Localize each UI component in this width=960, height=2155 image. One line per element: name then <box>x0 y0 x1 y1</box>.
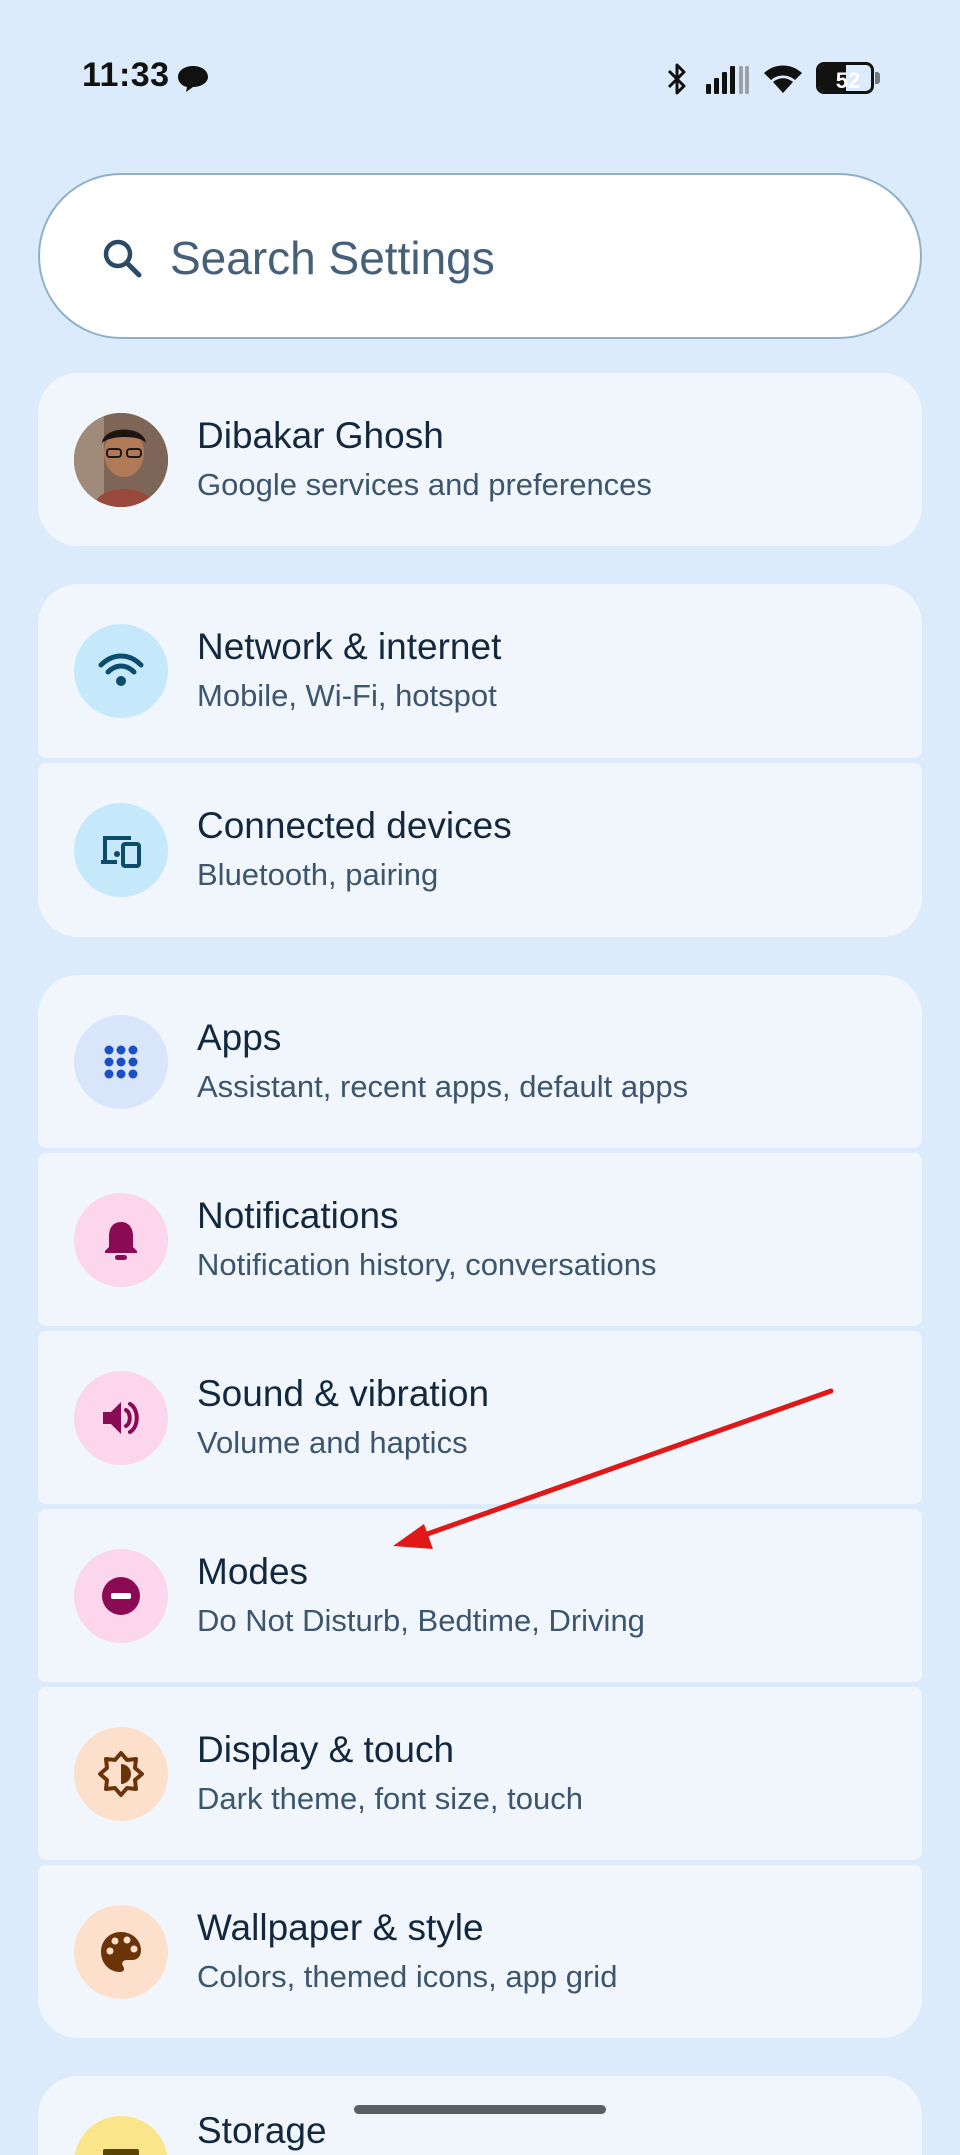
settings-item-title: Network & internet <box>197 626 502 667</box>
account-name: Dibakar Ghosh <box>197 415 444 456</box>
settings-item-subtitle: Do Not Disturb, Bedtime, Driving <box>197 1603 645 1638</box>
avatar-photo <box>74 413 168 507</box>
settings-item-subtitle: Mobile, Wi-Fi, hotspot <box>197 678 497 713</box>
settings-item-icon <box>74 624 168 718</box>
settings-item-icon <box>74 1549 168 1643</box>
status-time: 11:33 <box>82 56 170 94</box>
chat-bubble-icon <box>178 66 208 92</box>
settings-item-wallpaper-style[interactable]: Wallpaper & style Colors, themed icons, … <box>38 1865 922 2038</box>
settings-item-icon <box>74 803 168 897</box>
settings-item-apps[interactable]: Apps Assistant, recent apps, default app… <box>38 975 922 1148</box>
settings-item-storage[interactable]: Storage <box>38 2076 922 2155</box>
settings-item-icon <box>74 2116 168 2155</box>
settings-item-sound-vibration[interactable]: Sound & vibration Volume and haptics <box>38 1331 922 1504</box>
settings-item-icon <box>74 1371 168 1465</box>
settings-item-notifications[interactable]: Notifications Notification history, conv… <box>38 1153 922 1326</box>
apps-grid-icon <box>104 1045 138 1079</box>
settings-item-subtitle: Volume and haptics <box>197 1425 468 1460</box>
settings-item-title: Connected devices <box>197 805 512 846</box>
avatar <box>74 413 168 507</box>
settings-item-subtitle: Dark theme, font size, touch <box>197 1781 583 1816</box>
storage-icon <box>103 2149 139 2155</box>
settings-item-subtitle: Bluetooth, pairing <box>197 857 439 892</box>
settings-item-icon <box>74 1193 168 1287</box>
devices-icon <box>101 836 141 868</box>
battery-level: 52 <box>835 68 861 93</box>
settings-item-connected-devices[interactable]: Connected devices Bluetooth, pairing <box>38 763 922 937</box>
wifi-icon <box>98 653 144 686</box>
signal-icon <box>706 66 749 94</box>
bluetooth-icon <box>667 63 686 95</box>
settings-item-title: Storage <box>197 2110 327 2151</box>
settings-item-title: Apps <box>197 1017 282 1058</box>
palette-icon <box>101 1932 141 1972</box>
brightness-icon <box>98 1751 144 1797</box>
do-not-disturb-icon <box>102 1577 140 1615</box>
settings-item-icon <box>74 1727 168 1821</box>
home-indicator[interactable] <box>354 2105 606 2114</box>
settings-item-subtitle: Colors, themed icons, app grid <box>197 1959 618 1994</box>
account-card[interactable]: Dibakar Ghosh Google services and prefer… <box>38 373 922 546</box>
settings-item-modes[interactable]: Modes Do Not Disturb, Bedtime, Driving <box>38 1509 922 1682</box>
settings-item-icon <box>74 1905 168 1999</box>
settings-item-title: Modes <box>197 1551 309 1592</box>
search-icon <box>103 239 142 278</box>
speaker-icon <box>103 1402 139 1434</box>
settings-item-subtitle: Assistant, recent apps, default apps <box>197 1069 689 1104</box>
battery-body: 52 <box>816 62 874 94</box>
account-subtitle: Google services and preferences <box>197 467 652 502</box>
bell-icon <box>105 1222 137 1260</box>
settings-item-icon <box>74 1015 168 1109</box>
settings-screen: 11:33 52 Search Settings Dibakar Ghosh G… <box>0 0 960 2155</box>
battery-tip <box>875 72 880 84</box>
settings-item-title: Display & touch <box>197 1729 455 1770</box>
settings-item-display-touch[interactable]: Display & touch Dark theme, font size, t… <box>38 1687 922 1860</box>
search-bar[interactable] <box>38 173 922 339</box>
settings-item-title: Sound & vibration <box>197 1373 490 1414</box>
settings-item-title: Notifications <box>197 1195 399 1236</box>
settings-item-network-internet[interactable]: Network & internet Mobile, Wi-Fi, hotspo… <box>38 584 922 758</box>
settings-item-subtitle: Notification history, conversations <box>197 1247 657 1282</box>
settings-item-title: Wallpaper & style <box>197 1907 484 1948</box>
status-bar: 11:33 52 <box>0 0 960 150</box>
search-input[interactable] <box>170 215 870 301</box>
wifi-icon <box>764 65 802 93</box>
battery-icon: 52 <box>816 62 880 94</box>
